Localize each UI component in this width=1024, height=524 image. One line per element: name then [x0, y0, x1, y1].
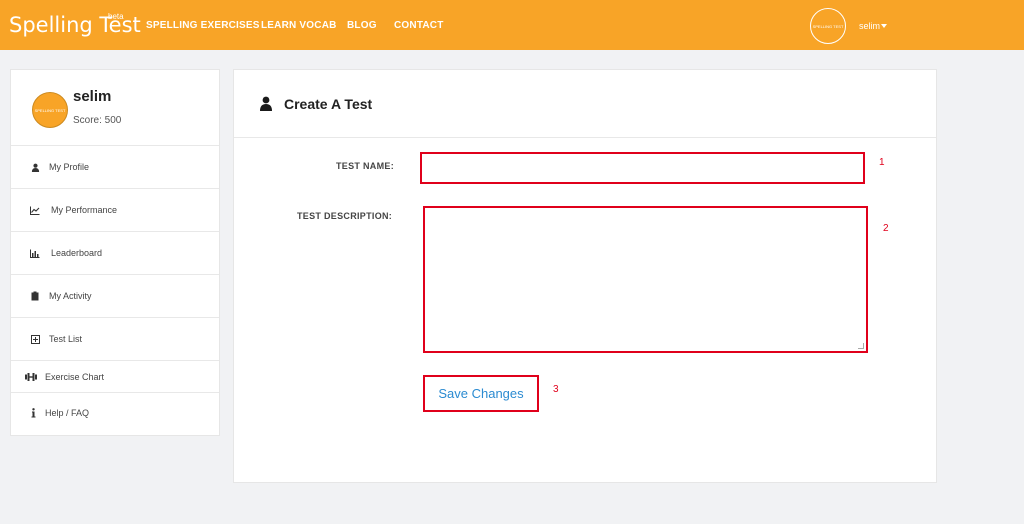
sidebar: SPELLING TEST selim Score: 500 My Profil… [10, 69, 220, 436]
sidebar-item-my-performance[interactable]: My Performance [11, 188, 219, 231]
create-test-card: Create A Test TEST NAME: 1 TEST DESCRIPT… [233, 69, 937, 483]
avatar: SPELLING TEST [32, 92, 68, 128]
sidebar-item-help-faq[interactable]: Help / FAQ [11, 392, 219, 435]
bar-chart-icon [30, 248, 40, 258]
sidebar-item-my-profile[interactable]: My Profile [11, 145, 219, 188]
sidebar-item-label: Exercise Chart [45, 372, 105, 382]
card-header: Create A Test [234, 70, 936, 138]
annotation-marker: 1 [879, 157, 885, 168]
sidebar-item-label: Test List [49, 334, 83, 344]
profile-summary: SPELLING TEST selim Score: 500 [11, 70, 219, 145]
header-avatar[interactable]: SPELLING TEST [810, 8, 846, 44]
resize-handle-icon[interactable] [858, 343, 864, 349]
beta-badge: beta [108, 12, 124, 21]
sidebar-item-label: My Profile [49, 162, 90, 172]
sidebar-item-exercise-chart[interactable]: Exercise Chart [11, 360, 219, 392]
test-description-textarea[interactable] [423, 206, 868, 353]
line-chart-icon [30, 205, 40, 215]
sidebar-item-label: My Activity [49, 291, 92, 301]
sidebar-item-label: Help / FAQ [45, 408, 90, 418]
nav-contact[interactable]: CONTACT [394, 20, 444, 31]
test-description-label: TEST DESCRIPTION: [297, 211, 393, 221]
nav-spelling-exercises[interactable]: SPELLING EXERCISES [146, 20, 260, 31]
test-name-label: TEST NAME: [336, 161, 394, 171]
caret-down-icon[interactable] [881, 24, 887, 28]
nav-learn-vocab[interactable]: LEARN VOCAB [261, 20, 337, 31]
test-name-input[interactable] [420, 152, 865, 184]
clipboard-icon [30, 291, 40, 301]
sidebar-item-leaderboard[interactable]: Leaderboard [11, 231, 219, 274]
profile-score: Score: 500 [73, 115, 122, 126]
user-icon [30, 162, 40, 172]
profile-name: selim [73, 88, 112, 105]
header-avatar-text: SPELLING TEST [812, 23, 844, 29]
plus-square-icon [30, 334, 40, 344]
sidebar-item-my-activity[interactable]: My Activity [11, 274, 219, 317]
info-icon [28, 408, 38, 418]
annotation-marker: 2 [883, 223, 889, 234]
sidebar-item-label: My Performance [51, 205, 118, 215]
dumbbell-icon [25, 372, 37, 382]
save-changes-button[interactable]: Save Changes [423, 375, 539, 412]
nav-blog[interactable]: BLOG [347, 20, 377, 31]
page-title: Create A Test [284, 96, 373, 112]
user-icon [259, 96, 273, 116]
top-navbar: Spelling Test beta SPELLING EXERCISES LE… [0, 0, 1024, 50]
avatar-text: SPELLING TEST [34, 107, 66, 113]
header-user-menu[interactable]: selim [859, 21, 880, 31]
sidebar-item-label: Leaderboard [51, 248, 103, 258]
annotation-marker: 3 [553, 384, 559, 395]
sidebar-item-test-list[interactable]: Test List [11, 317, 219, 360]
